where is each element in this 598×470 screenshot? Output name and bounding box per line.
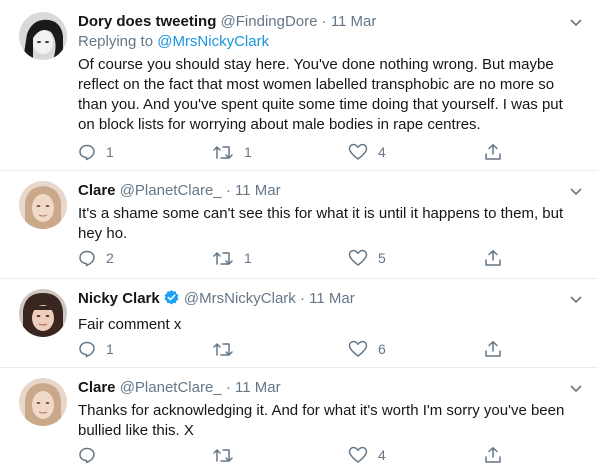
verified-badge-icon	[163, 289, 180, 312]
share-icon	[484, 249, 502, 267]
heart-icon	[348, 340, 368, 358]
retweet-button[interactable]: 1	[212, 142, 252, 162]
share-button[interactable]	[484, 445, 502, 465]
retweet-count: 1	[244, 250, 252, 266]
tweet-text: Of course you should stay here. You've d…	[78, 56, 563, 133]
display-name[interactable]: Clare	[78, 182, 116, 199]
user-handle[interactable]: @PlanetClare_	[120, 182, 222, 199]
reply-button[interactable]: 1	[78, 339, 114, 359]
tweet-actions: 2 1 5	[78, 248, 518, 268]
reply-icon	[78, 340, 96, 358]
chevron-down-icon[interactable]	[568, 380, 584, 396]
replying-to-mention[interactable]: @MrsNickyClark	[157, 33, 269, 50]
like-button[interactable]: 4	[348, 142, 386, 162]
replying-to: Replying to @MrsNickyClark	[78, 32, 568, 52]
tweet-date[interactable]: 11 Mar	[235, 182, 281, 199]
reply-icon	[78, 249, 96, 267]
reply-count: 2	[106, 250, 114, 266]
like-count: 4	[378, 144, 386, 160]
tweet-text: Fair comment x	[78, 316, 182, 333]
heart-icon	[348, 249, 368, 267]
share-button[interactable]	[484, 339, 502, 359]
like-button[interactable]: 4	[348, 445, 386, 465]
avatar[interactable]	[19, 289, 67, 337]
like-count: 6	[378, 341, 386, 357]
share-button[interactable]	[484, 142, 502, 162]
tweet[interactable]: Dory does tweeting @FindingDore · 11 Mar…	[0, 0, 598, 171]
like-button[interactable]: 5	[348, 248, 386, 268]
user-handle[interactable]: @FindingDore	[221, 13, 318, 30]
tweet-header: Nicky Clark @MrsNickyClark · 11 Mar	[78, 289, 568, 312]
tweet[interactable]: Nicky Clark @MrsNickyClark · 11 Mar Fair…	[0, 279, 598, 368]
heart-icon	[348, 143, 368, 161]
separator-dot: ·	[321, 13, 327, 30]
retweet-button[interactable]	[212, 445, 244, 465]
retweet-icon	[212, 143, 234, 161]
tweet[interactable]: Clare @PlanetClare_ · 11 Mar Thanks for …	[0, 368, 598, 470]
heart-icon	[348, 446, 368, 464]
retweet-count: 1	[244, 144, 252, 160]
user-handle[interactable]: @PlanetClare_	[120, 379, 222, 396]
tweet-date[interactable]: 11 Mar	[309, 290, 355, 307]
share-icon	[484, 143, 502, 161]
reply-icon	[78, 143, 96, 161]
retweet-icon	[212, 446, 234, 464]
replying-to-label: Replying to	[78, 33, 158, 50]
avatar[interactable]	[19, 181, 67, 229]
share-icon	[484, 446, 502, 464]
tweet-actions: 1 1 4	[78, 142, 518, 162]
tweet-header: Clare @PlanetClare_ · 11 Mar	[78, 378, 568, 398]
avatar[interactable]	[19, 378, 67, 426]
chevron-down-icon[interactable]	[568, 291, 584, 307]
tweet[interactable]: Clare @PlanetClare_ · 11 Mar It's a sham…	[0, 171, 598, 279]
display-name[interactable]: Nicky Clark	[78, 290, 160, 307]
tweet-actions: 1 6	[78, 339, 518, 359]
separator-dot: ·	[225, 379, 231, 396]
retweet-icon	[212, 249, 234, 267]
reply-count: 1	[106, 341, 114, 357]
display-name[interactable]: Dory does tweeting	[78, 13, 216, 30]
like-count: 5	[378, 250, 386, 266]
reply-count: 1	[106, 144, 114, 160]
tweet-header: Dory does tweeting @FindingDore · 11 Mar	[78, 12, 568, 32]
retweet-button[interactable]: 1	[212, 248, 252, 268]
chevron-down-icon[interactable]	[568, 14, 584, 30]
reply-button[interactable]: 1	[78, 142, 114, 162]
separator-dot: ·	[299, 290, 305, 307]
reply-button[interactable]: 2	[78, 248, 114, 268]
reply-button[interactable]	[78, 445, 106, 465]
share-button[interactable]	[484, 248, 502, 268]
reply-icon	[78, 446, 96, 464]
avatar[interactable]	[19, 12, 67, 60]
tweet-header: Clare @PlanetClare_ · 11 Mar	[78, 181, 568, 201]
user-handle[interactable]: @MrsNickyClark	[184, 290, 296, 307]
retweet-button[interactable]	[212, 339, 244, 359]
tweet-text: It's a shame some can't see this for wha…	[78, 205, 564, 242]
tweet-date[interactable]: 11 Mar	[235, 379, 281, 396]
share-icon	[484, 340, 502, 358]
tweet-text: Thanks for acknowledging it. And for wha…	[78, 402, 565, 439]
tweet-actions: 4	[78, 445, 518, 465]
chevron-down-icon[interactable]	[568, 183, 584, 199]
tweet-date[interactable]: 11 Mar	[331, 13, 377, 30]
retweet-icon	[212, 340, 234, 358]
like-button[interactable]: 6	[348, 339, 386, 359]
separator-dot: ·	[225, 182, 231, 199]
display-name[interactable]: Clare	[78, 379, 116, 396]
like-count: 4	[378, 447, 386, 463]
